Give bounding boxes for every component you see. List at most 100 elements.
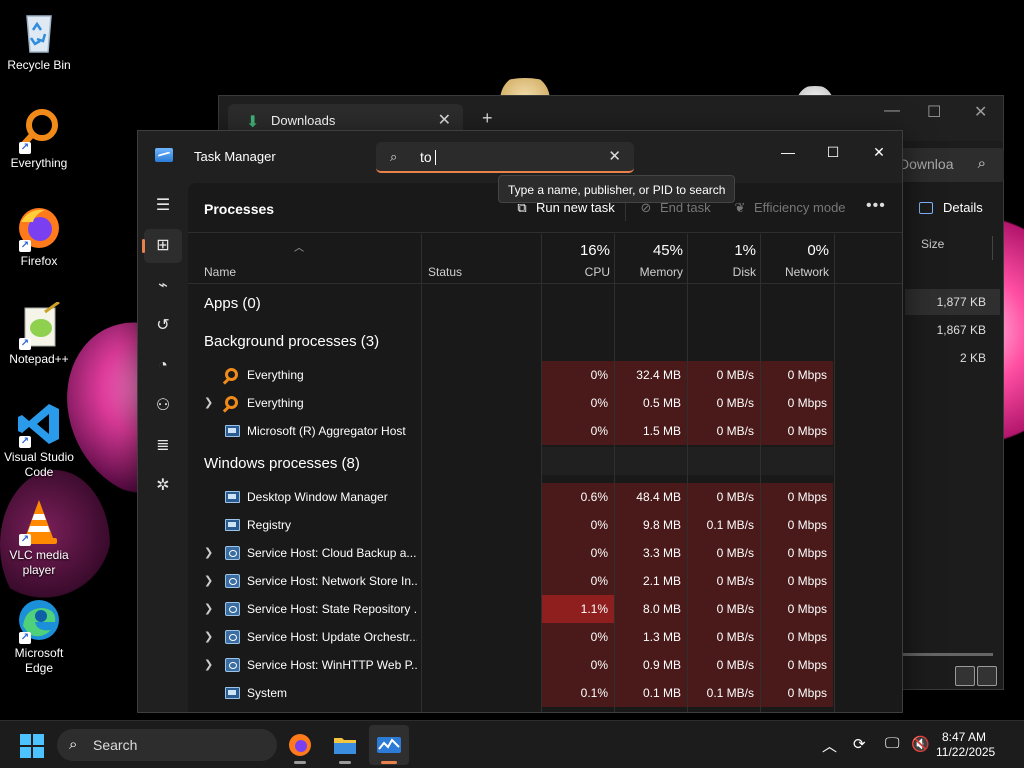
status-column-header[interactable]: Status <box>428 265 462 279</box>
sync-icon[interactable]: ⟳ <box>853 735 866 753</box>
task-manager-window[interactable]: Task Manager ⌕ ✕ Type a name, publisher,… <box>137 130 903 713</box>
empty-group-cell <box>615 447 687 475</box>
process-row[interactable]: Microsoft (R) Aggregator Host 0% 1.5 MB 0 M… <box>188 417 836 445</box>
edge-icon: ↗ <box>15 596 63 644</box>
process-name: Desktop Window Manager <box>247 490 388 504</box>
process-row[interactable]: Registry 0% 9.8 MB 0.1 MB/s 0 Mbps <box>188 511 836 539</box>
disk-percent[interactable]: 1% <box>688 242 756 259</box>
show-hidden-icons-chevron-icon[interactable]: ︿ <box>822 735 837 756</box>
expand-chevron-icon[interactable]: ❯ <box>204 658 213 671</box>
win-process-icon <box>225 425 240 437</box>
vlc-icon: ↗ <box>15 498 63 546</box>
desktop-icon-vlc[interactable]: ↗ VLC media player <box>2 498 76 578</box>
close-button[interactable]: ✕ <box>859 137 899 167</box>
nav-app-history[interactable]: ↺ <box>144 309 182 343</box>
group-header-windows[interactable]: Windows processes (8) <box>204 455 360 472</box>
firefox-icon <box>289 734 311 756</box>
network-cell: 0 Mbps <box>761 511 833 539</box>
details-icon: ≣ <box>156 437 170 454</box>
cpu-cell: 0% <box>542 389 614 417</box>
process-row[interactable]: ❯ Service Host: Network Store In... 0% 2.1 … <box>188 567 836 595</box>
taskbar-file-explorer[interactable] <box>325 725 365 765</box>
shortcut-arrow-icon: ↗ <box>19 338 31 350</box>
cpu-percent[interactable]: 16% <box>542 242 610 259</box>
maximize-button[interactable]: ☐ <box>813 137 853 167</box>
name-column-header[interactable]: Name <box>204 265 236 279</box>
minimize-button[interactable]: — <box>768 137 808 167</box>
expand-chevron-icon[interactable]: ❯ <box>204 574 213 587</box>
horizontal-scrollbar[interactable] <box>903 653 993 656</box>
nav-users[interactable]: ⚇ <box>144 389 182 423</box>
cpu-column-header[interactable]: CPU <box>542 265 610 279</box>
process-row[interactable]: ❯ Service Host: Cloud Backup a... 0% 3.3 MB… <box>188 539 836 567</box>
process-row[interactable]: ❯ Service Host: WinHTTP Web P... 0% 0.9 MB 0… <box>188 651 836 679</box>
desktop-icon-notepadpp[interactable]: ↗ Notepad++ <box>2 300 76 367</box>
file-row-size[interactable]: 1,877 KB <box>905 289 1000 315</box>
nav-details[interactable]: ≣ <box>144 429 182 463</box>
disk-cell: 0 MB/s <box>688 567 760 595</box>
explorer-search-box[interactable]: Downloa ⌕ <box>899 148 1004 182</box>
expand-chevron-icon[interactable]: ❯ <box>204 546 213 559</box>
taskbar-firefox[interactable] <box>280 725 320 765</box>
new-tab-button[interactable]: + <box>482 108 493 129</box>
nav-startup-apps[interactable]: ◔ <box>144 349 182 383</box>
running-indicator <box>294 761 306 764</box>
expand-chevron-icon[interactable]: ❯ <box>204 396 213 409</box>
details-pane-button[interactable]: Details <box>919 200 983 215</box>
process-row[interactable]: ❯ Everything 0% 0.5 MB 0 MB/s 0 Mbps <box>188 389 836 417</box>
taskbar-task-manager[interactable] <box>369 725 409 765</box>
minimize-button[interactable]: — <box>884 102 900 120</box>
system-clock[interactable]: 8:47 AM 11/22/2025 <box>936 730 995 760</box>
sort-ascending-icon[interactable]: ︿ <box>294 239 304 254</box>
taskbar-search-box[interactable]: ⌕ Search <box>57 729 277 761</box>
tiles-view-button[interactable] <box>977 666 997 686</box>
nav-processes[interactable]: ⊞ <box>142 229 182 263</box>
empty-group-cell <box>688 447 760 475</box>
size-column-header[interactable]: Size <box>913 236 993 260</box>
disk-column-header[interactable]: Disk <box>688 265 756 279</box>
nav-services[interactable]: ✲ <box>144 469 182 503</box>
expand-chevron-icon[interactable]: ❯ <box>204 602 213 615</box>
details-view-button[interactable] <box>955 666 975 686</box>
memory-percent[interactable]: 45% <box>615 242 683 259</box>
disk-cell: 0 MB/s <box>688 483 760 511</box>
network-percent[interactable]: 0% <box>761 242 829 259</box>
file-row-size[interactable]: 1,867 KB <box>905 317 1000 343</box>
expand-chevron-icon[interactable]: ❯ <box>204 630 213 643</box>
start-button[interactable] <box>20 734 44 758</box>
process-search-box[interactable]: ⌕ ✕ <box>376 142 634 173</box>
memory-cell: 1.3 MB <box>615 623 687 651</box>
process-row[interactable]: ❯ Service Host: State Repository ... 1.1% 8… <box>188 595 836 623</box>
column-header-row: ︿ Name Status 16% CPU 45% Memory 1% Disk… <box>188 234 902 284</box>
disk-cell: 0 MB/s <box>688 623 760 651</box>
process-search-input[interactable] <box>420 146 600 168</box>
desktop-icon-vscode[interactable]: ↗ Visual Studio Code <box>2 400 76 480</box>
desktop-icon-label: Visual Studio Code <box>4 450 74 479</box>
desktop-icon-firefox[interactable]: ↗ Firefox <box>2 204 76 269</box>
maximize-button[interactable]: ☐ <box>927 102 941 122</box>
process-row[interactable]: ❯ Service Host: Update Orchestr... 0% 1.3 M… <box>188 623 836 651</box>
network-cell: 0 Mbps <box>761 623 833 651</box>
clear-search-icon[interactable]: ✕ <box>608 147 621 165</box>
desktop-icon-recycle-bin[interactable]: Recycle Bin <box>2 8 76 73</box>
memory-column-header[interactable]: Memory <box>615 265 683 279</box>
desktop-icon-everything[interactable]: ↗ Everything <box>2 106 76 171</box>
network-cell: 0 Mbps <box>761 389 833 417</box>
desktop-icon-edge[interactable]: ↗ Microsoft Edge <box>2 596 76 676</box>
process-row[interactable]: System 0.1% 0.1 MB 0.1 MB/s 0 Mbps <box>188 679 836 707</box>
group-header-background[interactable]: Background processes (3) <box>204 333 379 350</box>
group-header-apps[interactable]: Apps (0) <box>204 295 261 312</box>
efficiency-mode-button[interactable]: ❦ Efficiency mode <box>732 200 846 216</box>
process-row[interactable]: Desktop Window Manager 0.6% 48.4 MB 0 MB/s 0… <box>188 483 836 511</box>
close-tab-icon[interactable]: ✕ <box>438 110 451 130</box>
network-cell: 0 Mbps <box>761 417 833 445</box>
network-display-icon[interactable]: 🖵 <box>885 735 899 752</box>
volume-muted-icon[interactable]: 🔇 <box>911 735 930 753</box>
hamburger-menu-button[interactable]: ☰ <box>144 189 182 223</box>
network-column-header[interactable]: Network <box>761 265 829 279</box>
process-row[interactable]: Everything 0% 32.4 MB 0 MB/s 0 Mbps <box>188 361 836 389</box>
file-row-size[interactable]: 2 KB <box>905 345 1000 371</box>
close-button[interactable]: ✕ <box>974 102 987 122</box>
nav-performance[interactable]: ⌁ <box>144 269 182 303</box>
more-options-icon[interactable]: ••• <box>866 197 886 215</box>
